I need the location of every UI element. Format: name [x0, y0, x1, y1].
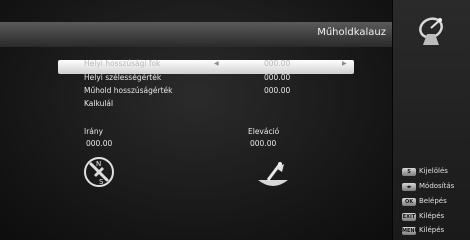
form-row-label: Helyi hosszúsági fok	[84, 59, 161, 68]
form-row-satellite-longitude[interactable]: Műhold hosszúságérték 000.00	[58, 84, 354, 98]
legend-select: S Kijelölés	[402, 165, 470, 179]
key-left-right-icon: ◂▸	[402, 183, 416, 191]
legend-menu: MENU Kilépés	[402, 224, 470, 238]
title-bar: Műholdkalauz	[0, 22, 402, 47]
key-s-icon: S	[402, 168, 416, 176]
legend-modify: ◂▸ Módosítás	[402, 180, 470, 194]
form-row-label: Helyi szélességérték	[84, 73, 162, 82]
direction-label: Irány	[84, 127, 104, 136]
form-row-label: Műhold hosszúságérték	[84, 86, 173, 95]
compass-north: N	[96, 160, 101, 168]
form-row-local-latitude[interactable]: Helyi szélességérték 000.00	[58, 71, 354, 85]
arrow-right-icon: ▶	[342, 60, 347, 67]
legend-label: Kilépés	[419, 212, 445, 220]
form-row-label: Kalkulál	[84, 99, 114, 108]
form-row-value: 000.00	[264, 59, 291, 68]
compass-south: S	[99, 178, 104, 186]
compass-icon: N S	[84, 157, 114, 187]
legend-label: Belépés	[419, 197, 447, 205]
legend-exit: EXIT Kilépés	[402, 210, 470, 224]
form-row-value: 000.00	[264, 86, 291, 95]
form-row-calculate[interactable]: Kalkulál	[58, 97, 354, 111]
legend-label: Kilépés	[419, 226, 445, 234]
key-exit-icon: EXIT	[402, 213, 416, 221]
elevation-value: 000.00	[250, 139, 277, 148]
sidebar: S Kijelölés ◂▸ Módosítás OK Belépés EXIT…	[392, 0, 470, 240]
satellite-dish-icon	[419, 17, 443, 45]
arrow-left-icon: ◀	[214, 60, 219, 67]
legend-label: Kijelölés	[419, 167, 448, 175]
page-title: Műholdkalauz	[317, 27, 386, 38]
legend-label: Módosítás	[419, 182, 455, 190]
elevation-label: Eleváció	[248, 127, 280, 136]
form-row-value: 000.00	[264, 73, 291, 82]
direction-value: 000.00	[86, 139, 113, 148]
legend-enter: OK Belépés	[402, 195, 470, 209]
key-menu-icon: MENU	[402, 227, 419, 235]
dish-elevation-icon	[258, 162, 288, 186]
key-ok-icon: OK	[402, 198, 416, 206]
main-panel: Műholdkalauz Helyi hosszúsági fok ◀ 000.…	[0, 0, 402, 240]
